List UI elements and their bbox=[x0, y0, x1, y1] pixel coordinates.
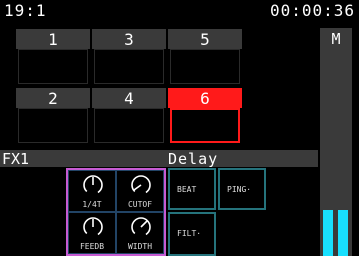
pad-1[interactable]: 1 bbox=[16, 29, 90, 86]
pad-label: 6 bbox=[200, 88, 210, 108]
fx-effect-name: Delay bbox=[168, 150, 219, 168]
knob-group: 1/4T CUTOF FEEDB WIDTH bbox=[66, 168, 166, 256]
status-bar: 19:1 00:00:36 bbox=[0, 0, 359, 22]
level-meter-right bbox=[338, 210, 348, 256]
knob-icon bbox=[83, 175, 103, 195]
pad-label: 2 bbox=[48, 88, 58, 108]
button-label: PING· bbox=[227, 185, 252, 194]
filter-button[interactable]: FILT· bbox=[168, 212, 216, 256]
knob-label: WIDTH bbox=[127, 242, 153, 251]
knob-label: CUTOF bbox=[127, 200, 153, 209]
pad-2[interactable]: 2 bbox=[16, 88, 90, 145]
knob-icon bbox=[131, 217, 151, 237]
level-meter-left bbox=[323, 210, 333, 256]
knob-rate[interactable]: 1/4T bbox=[68, 170, 116, 212]
fx-bar[interactable]: FX1 Delay bbox=[0, 150, 318, 168]
knob-label: FEEDB bbox=[79, 242, 105, 251]
ping-button[interactable]: PING· bbox=[218, 168, 266, 210]
button-label: BEAT bbox=[177, 185, 197, 194]
pad-label: 5 bbox=[200, 29, 210, 49]
pad-6[interactable]: 6 bbox=[168, 88, 242, 145]
time-readout: 00:00:36 bbox=[269, 1, 355, 20]
knob-width[interactable]: WIDTH bbox=[116, 212, 164, 254]
mixer-strip[interactable]: M bbox=[320, 28, 352, 256]
pad-4[interactable]: 4 bbox=[92, 88, 166, 145]
pad-3[interactable]: 3 bbox=[92, 29, 166, 86]
knob-label: 1/4T bbox=[82, 200, 102, 209]
position-readout: 19:1 bbox=[4, 1, 47, 20]
pad-label: 3 bbox=[124, 29, 134, 49]
fx-slot-label: FX1 bbox=[2, 150, 30, 168]
pad-5[interactable]: 5 bbox=[168, 29, 242, 86]
pad-label: 1 bbox=[48, 29, 58, 49]
knob-icon bbox=[83, 217, 103, 237]
button-label: FILT· bbox=[177, 229, 202, 238]
knob-cutoff[interactable]: CUTOF bbox=[116, 170, 164, 212]
pad-label: 4 bbox=[124, 88, 134, 108]
mixer-label: M bbox=[331, 30, 341, 48]
knob-feedback[interactable]: FEEDB bbox=[68, 212, 116, 254]
beat-button[interactable]: BEAT bbox=[168, 168, 216, 210]
knob-icon bbox=[131, 175, 151, 195]
